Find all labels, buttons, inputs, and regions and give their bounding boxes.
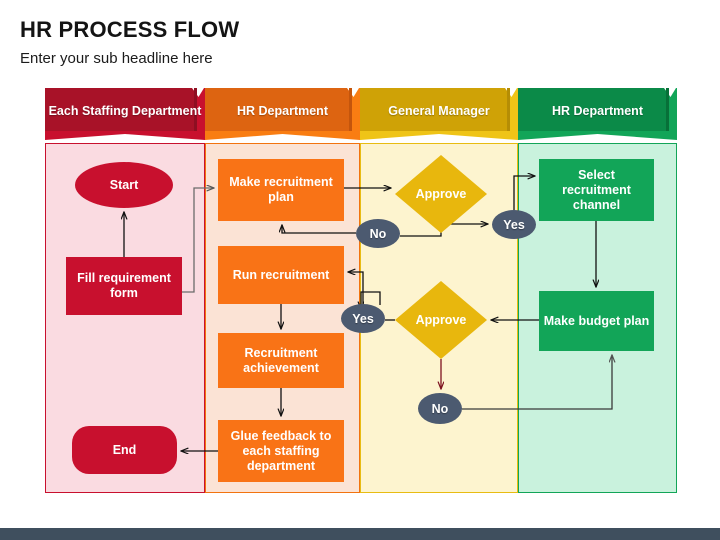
decision-label-no-2: No	[418, 393, 462, 424]
swimlane-header-hr-department-1: HR Department	[205, 88, 360, 144]
node-approve-decision-2[interactable]: Approve	[395, 281, 487, 359]
decision-label-text: Yes	[503, 217, 525, 232]
node-label: Start	[109, 177, 139, 192]
node-make-budget-plan[interactable]: Make budget plan	[539, 291, 654, 351]
ribbon-shape	[518, 88, 677, 144]
decision-label-no-1: No	[356, 219, 400, 248]
node-label: Make recruitment plan	[229, 175, 333, 204]
swimlane-header-each-staffing-department: Each Staffing Department	[45, 88, 205, 144]
node-fill-requirement-form[interactable]: Fill requirement form	[66, 257, 182, 315]
swimlane-header-general-manager: General Manager	[360, 88, 518, 144]
node-glue-feedback[interactable]: Glue feedback to each staffing departmen…	[218, 420, 344, 482]
node-recruitment-achievement[interactable]: Recruitment achievement	[218, 333, 344, 388]
decision-label-yes-1: Yes	[492, 210, 536, 239]
swimlane-header-hr-department-2: HR Department	[518, 88, 677, 144]
page-subtitle: Enter your sub headline here	[20, 50, 213, 67]
node-label: End	[112, 442, 137, 457]
node-select-recruitment-channel[interactable]: Select recruitment channel	[539, 159, 654, 221]
ribbon-shape	[360, 88, 518, 144]
decision-label-text: No	[369, 226, 387, 241]
node-label: Approve	[415, 312, 467, 327]
node-start[interactable]: Start	[75, 162, 173, 208]
decision-label-text: No	[431, 401, 449, 416]
node-label: Make budget plan	[543, 313, 650, 328]
node-end[interactable]: End	[72, 426, 177, 474]
node-make-recruitment-plan[interactable]: Make recruitment plan	[218, 159, 344, 221]
node-run-recruitment[interactable]: Run recruitment	[218, 246, 344, 304]
slide-canvas: HR PROCESS FLOW Enter your sub headline …	[0, 0, 720, 540]
node-label: Fill requirement form	[77, 271, 171, 300]
decision-label-yes-2: Yes	[341, 304, 385, 333]
node-approve-decision-1[interactable]: Approve	[395, 155, 487, 233]
node-label: Select recruitment channel	[562, 167, 631, 212]
decision-label-text: Yes	[352, 311, 374, 326]
ribbon-shape	[45, 88, 205, 144]
footer-accent-bar	[0, 528, 720, 540]
node-label: Approve	[415, 186, 467, 201]
node-label: Glue feedback to each staffing departmen…	[230, 428, 332, 473]
page-title: HR PROCESS FLOW	[20, 17, 240, 42]
ribbon-shape	[205, 88, 360, 144]
node-label: Run recruitment	[232, 267, 330, 282]
node-label: Recruitment achievement	[243, 345, 319, 375]
